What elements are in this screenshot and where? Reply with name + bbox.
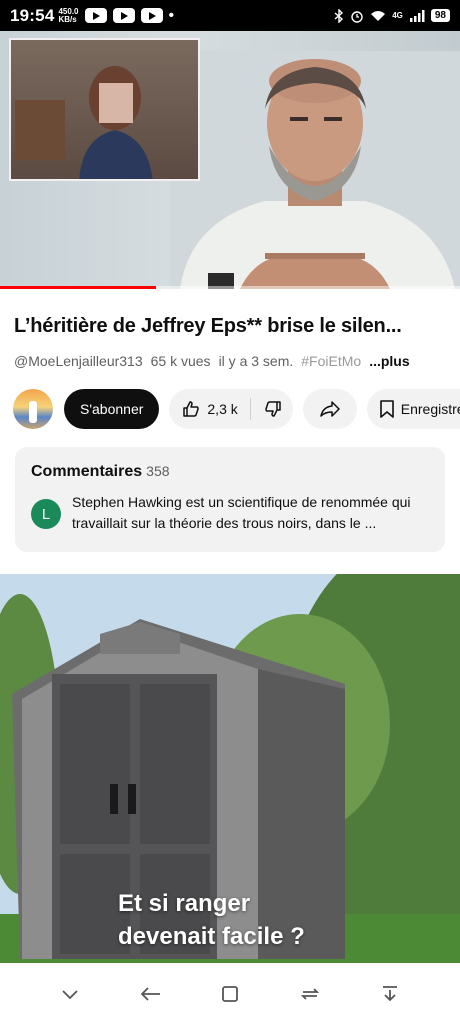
like-divider: [249, 398, 251, 420]
comments-count: 358: [146, 463, 170, 479]
video-info-panel: L’héritière de Jeffrey Eps** brise le si…: [0, 289, 460, 574]
video-meta[interactable]: @MoeLenjailleur313 65 k vues il y a 3 se…: [14, 353, 410, 369]
action-row: S'abonner 2,3 k Enregistrer: [13, 388, 460, 430]
ad-caption-line-1: Et si ranger: [118, 890, 251, 917]
bluetooth-icon: [334, 8, 344, 23]
save-label: Enregistrer: [400, 401, 460, 417]
chevron-down-icon: [62, 989, 78, 999]
like-dislike-pill: 2,3 k: [169, 389, 293, 429]
ad-video[interactable]: Et si ranger devenait facile ?: [0, 574, 460, 963]
more-notifications-icon: •: [168, 6, 175, 24]
nav-recents-button[interactable]: [293, 977, 327, 1011]
nav-back-button[interactable]: [133, 977, 167, 1011]
upload-age: il y a 3 sem.: [218, 353, 294, 369]
download-icon: [383, 985, 397, 1001]
alarm-icon: [351, 10, 363, 23]
nav-home-button[interactable]: [213, 977, 247, 1011]
youtube-notification-icon: [84, 8, 107, 23]
thumbs-up-icon: [183, 401, 200, 417]
bookmark-icon: [379, 400, 394, 418]
subscribe-button[interactable]: S'abonner: [64, 389, 160, 429]
youtube-notification-icon: [112, 8, 135, 23]
share-button[interactable]: [302, 389, 357, 429]
like-button[interactable]: 2,3 k: [181, 399, 238, 419]
comments-preview[interactable]: Commentaires 358 L Stephen Hawking est un…: [15, 447, 445, 552]
network-type: 4G: [392, 11, 403, 20]
video-frame-man: [170, 51, 460, 289]
thumbs-down-icon[interactable]: [263, 399, 283, 419]
nav-hide-keyboard-button[interactable]: [53, 977, 87, 1011]
system-navigation-bar: [0, 963, 460, 1024]
network-speed: 450.0 KB/s: [58, 7, 78, 24]
comment-preview-text: Stephen Hawking est un scientifique de r…: [72, 494, 411, 531]
share-icon: [320, 401, 340, 417]
like-count: 2,3 k: [207, 401, 238, 417]
back-icon: [140, 986, 160, 1001]
save-button[interactable]: Enregistrer: [366, 389, 460, 429]
video-inset-frame: [9, 38, 200, 181]
home-icon: [222, 985, 238, 1002]
status-bar: 19:54 450.0 KB/s • 4G 98: [0, 0, 460, 31]
battery-indicator: 98: [430, 9, 450, 22]
dresser-image: [15, 100, 65, 160]
signal-icon: [409, 9, 425, 22]
wifi-icon: [371, 10, 386, 21]
nav-notification-button[interactable]: [373, 977, 407, 1011]
network-speed-unit: KB/s: [58, 14, 77, 24]
recents-icon: [300, 987, 320, 1000]
video-player[interactable]: [0, 31, 460, 289]
channel-handle[interactable]: @MoeLenjailleur313: [14, 353, 143, 369]
blurred-person-image: [79, 66, 153, 179]
comments-title: Commentaires: [31, 463, 143, 480]
comments-heading: Commentaires 358: [31, 463, 170, 481]
youtube-notification-icon: [140, 8, 163, 23]
video-title[interactable]: L’héritière de Jeffrey Eps** brise le si…: [14, 315, 454, 338]
view-count: 65 k vues: [150, 353, 211, 369]
commenter-avatar: L: [31, 499, 61, 529]
more-description-link[interactable]: ...plus: [369, 353, 409, 369]
ad-caption: Et si ranger devenait facile ?: [118, 887, 305, 953]
hashtag-link[interactable]: #FoiEtMo: [301, 353, 361, 369]
channel-avatar[interactable]: [13, 389, 53, 429]
status-time: 19:54: [10, 5, 55, 25]
ad-caption-line-2: devenait facile ?: [118, 923, 305, 950]
